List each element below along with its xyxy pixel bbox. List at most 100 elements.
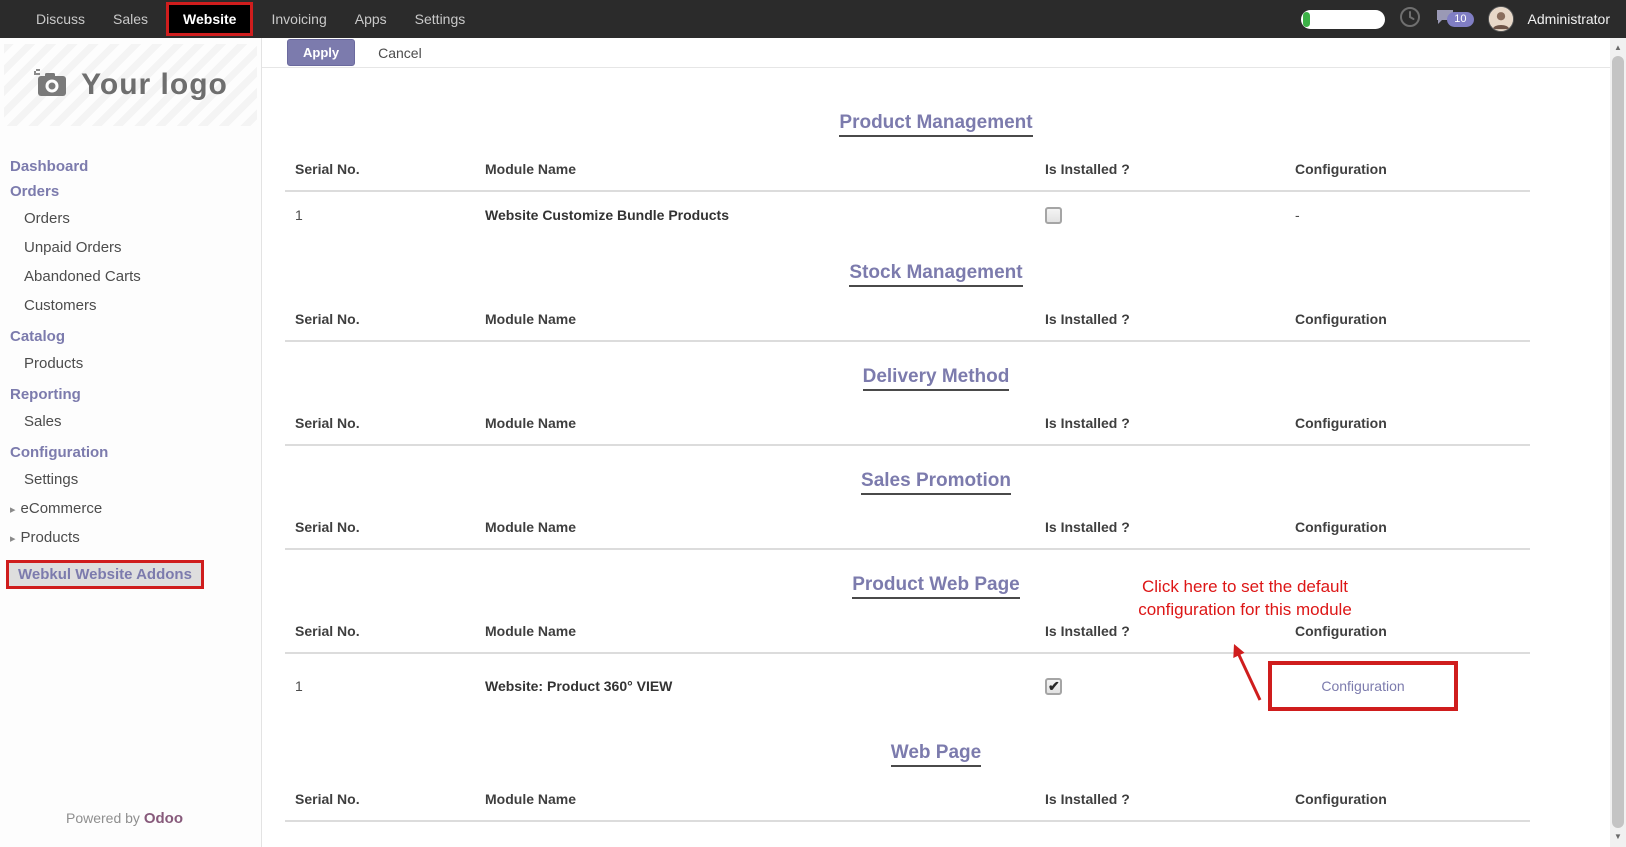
col-serial-no: Serial No. [285,311,475,327]
menu-website[interactable]: Website [166,2,253,36]
col-is-installed: Is Installed ? [1035,311,1285,327]
col-is-installed: Is Installed ? [1035,161,1285,177]
installed-checkbox[interactable] [1045,207,1062,224]
table-header-row: Serial No. Module Name Is Installed ? Co… [285,298,1530,342]
table-row: 1 Website Customize Bundle Products - [285,192,1530,238]
section-stock-management: Stock Management Serial No. Module Name … [262,262,1610,342]
menu-settings[interactable]: Settings [401,0,480,38]
sidebar-item-abandoned-carts[interactable]: Abandoned Carts [0,262,261,291]
col-configuration: Configuration [1285,519,1530,535]
col-serial-no: Serial No. [285,623,475,639]
col-is-installed: Is Installed ? [1035,519,1285,535]
logo-placeholder[interactable]: Your logo [4,44,257,126]
sidebar-item-products-config[interactable]: ▸Products [0,523,261,552]
caret-right-icon: ▸ [10,503,16,516]
col-module-name: Module Name [475,311,1035,327]
vertical-scrollbar[interactable]: ▲ ▼ [1610,38,1626,847]
caret-right-icon: ▸ [10,532,16,545]
powered-by-footer: Powered by Odoo [66,810,183,827]
col-module-name: Module Name [475,791,1035,807]
top-menubar: Discuss Sales Website Invoicing Apps Set… [0,0,1626,38]
section-title-link[interactable]: Sales Promotion [861,470,1011,495]
menu-apps[interactable]: Apps [341,0,401,38]
annotation-arrow-icon [1228,642,1273,704]
col-module-name: Module Name [475,415,1035,431]
logo-text: Your logo [81,68,228,102]
module-name-cell: Website: Product 360° VIEW [475,678,1035,694]
col-module-name: Module Name [475,623,1035,639]
section-product-web-page: Product Web Page Serial No. Module Name … [262,574,1610,718]
modules-table: Serial No. Module Name Is Installed ? Co… [285,506,1530,550]
configuration-cell: - [1285,207,1530,223]
section-title-link[interactable]: Web Page [891,742,981,767]
table-header-row: Serial No. Module Name Is Installed ? Co… [285,778,1530,822]
sidebar-item-sales[interactable]: Sales [0,407,261,436]
table-header-row: Serial No. Module Name Is Installed ? Co… [285,506,1530,550]
col-is-installed: Is Installed ? [1035,791,1285,807]
section-web-page: Web Page Serial No. Module Name Is Insta… [262,742,1610,822]
section-title-link[interactable]: Delivery Method [863,366,1010,391]
module-name-cell: Website Customize Bundle Products [475,207,1035,223]
sidebar-item-orders[interactable]: Orders [0,204,261,233]
sidebar-item-products[interactable]: Products [0,349,261,378]
modules-table: Serial No. Module Name Is Installed ? Co… [285,148,1530,238]
sidebar-item-unpaid-orders[interactable]: Unpaid Orders [0,233,261,262]
section-title-link[interactable]: Product Management [839,112,1032,137]
section-title-link[interactable]: Product Web Page [852,574,1020,599]
sidebar-item-dashboard[interactable]: Dashboard [0,154,261,179]
sidebar-heading-reporting[interactable]: Reporting [0,382,261,407]
sidebar-item-webkul-website-addons[interactable]: Webkul Website Addons [6,560,204,589]
user-menu[interactable]: Administrator [1528,11,1610,27]
scroll-up-icon[interactable]: ▲ [1610,40,1626,56]
sidebar-item-ecommerce[interactable]: ▸eCommerce [0,494,261,523]
section-product-management: Product Management Serial No. Module Nam… [262,112,1610,238]
sidebar-heading-catalog[interactable]: Catalog [0,324,261,349]
serial-cell: 1 [285,207,475,223]
main-content: Apply Cancel Product Management Serial N… [262,38,1610,847]
sidebar-heading-orders[interactable]: Orders [0,179,261,204]
sidebar: Your logo Dashboard Orders Orders Unpaid… [0,38,262,847]
configuration-annotation-box: Configuration [1268,661,1458,711]
menu-discuss[interactable]: Discuss [22,0,99,38]
powered-by-text: Powered by [66,810,140,826]
sidebar-heading-configuration[interactable]: Configuration [0,440,261,465]
section-sales-promotion: Sales Promotion Serial No. Module Name I… [262,470,1610,550]
modules-table: Serial No. Module Name Is Installed ? Co… [285,402,1530,446]
menu-sales[interactable]: Sales [99,0,162,38]
sidebar-item-settings[interactable]: Settings [0,465,261,494]
table-header-row: Serial No. Module Name Is Installed ? Co… [285,402,1530,446]
table-header-row: Serial No. Module Name Is Installed ? Co… [285,148,1530,192]
col-configuration: Configuration [1285,161,1530,177]
col-serial-no: Serial No. [285,415,475,431]
sidebar-nav: Dashboard Orders Orders Unpaid Orders Ab… [0,154,261,589]
odoo-brand-link[interactable]: Odoo [144,810,183,827]
cancel-button[interactable]: Cancel [363,40,437,66]
serial-cell: 1 [285,678,475,694]
timer-progress [1303,12,1310,27]
messages-indicator[interactable]: 10 [1435,9,1473,30]
col-module-name: Module Name [475,161,1035,177]
sidebar-item-customers[interactable]: Customers [0,291,261,320]
col-serial-no: Serial No. [285,161,475,177]
activity-clock-icon[interactable] [1399,6,1421,33]
scroll-down-icon[interactable]: ▼ [1610,829,1626,845]
form-toolbar: Apply Cancel [262,38,1610,68]
scrollbar-thumb[interactable] [1612,56,1624,828]
installed-checkbox[interactable] [1045,678,1062,695]
modules-table: Serial No. Module Name Is Installed ? Co… [285,610,1530,718]
table-row: 1 Website: Product 360° VIEW Configurati… [285,654,1530,718]
configuration-link[interactable]: Configuration [1321,678,1404,694]
menu-invoicing[interactable]: Invoicing [257,0,340,38]
user-avatar[interactable] [1488,6,1514,32]
col-configuration: Configuration [1285,415,1530,431]
apply-button[interactable]: Apply [287,39,355,66]
col-module-name: Module Name [475,519,1035,535]
col-serial-no: Serial No. [285,519,475,535]
col-serial-no: Serial No. [285,791,475,807]
timer-widget[interactable] [1301,10,1385,29]
section-title-link[interactable]: Stock Management [849,262,1022,287]
odoo-backend-screen: Discuss Sales Website Invoicing Apps Set… [0,0,1626,847]
col-configuration: Configuration [1285,311,1530,327]
col-configuration: Configuration [1285,623,1530,639]
camera-icon [33,68,69,103]
